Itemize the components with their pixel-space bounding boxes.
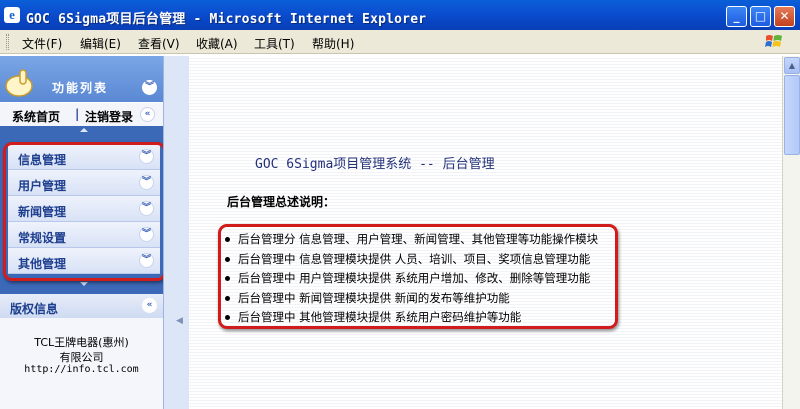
list-item: 后台管理分 信息管理、用户管理、新闻管理、其他管理等功能操作模块 bbox=[224, 231, 598, 251]
collapse-all-icon[interactable]: ︾ bbox=[142, 80, 157, 95]
function-menu: 信息管理 ︾ 用户管理 ︾ 新闻管理 ︾ 常规设置 ︾ 其他管理 ︾ bbox=[8, 144, 160, 274]
copyright-title: 版权信息 bbox=[10, 302, 59, 316]
pointing-hand-icon bbox=[5, 69, 33, 97]
link-separator: | bbox=[75, 107, 80, 121]
menu-item-settings[interactable]: 常规设置 ︾ bbox=[8, 222, 160, 248]
menu-item-label: 其他管理 bbox=[18, 257, 67, 271]
expand-icon[interactable]: ︾ bbox=[139, 227, 154, 242]
home-link[interactable]: 系统首页 bbox=[12, 108, 60, 125]
feature-list: 后台管理分 信息管理、用户管理、新闻管理、其他管理等功能操作模块 后台管理中 信… bbox=[224, 231, 598, 329]
sidebar-title: 功能列表 bbox=[52, 81, 109, 95]
vertical-scrollbar[interactable]: ▲ bbox=[782, 56, 800, 409]
menu-help[interactable]: 帮助(H) bbox=[312, 35, 354, 52]
sidebar-quicklinks: 系统首页 | 注销登录 « bbox=[0, 102, 163, 126]
window-title: GOC 6Sigma项目后台管理 - Microsoft Internet Ex… bbox=[26, 12, 427, 27]
scroll-up-button[interactable]: ▲ bbox=[784, 57, 800, 74]
list-item: 后台管理中 其他管理模块提供 系统用户密码维护等功能 bbox=[224, 309, 598, 329]
collapse-icon[interactable]: « bbox=[142, 298, 157, 313]
page-title: GOC 6Sigma项目管理系统 -- 后台管理 bbox=[255, 157, 495, 172]
frame-splitter[interactable]: ◀ bbox=[163, 56, 189, 409]
menu-file[interactable]: 文件(F) bbox=[22, 35, 62, 52]
copyright-panel: 版权信息 « TCL王牌电器(惠州) 有限公司 http://info.tcl.… bbox=[0, 294, 163, 409]
list-item: 后台管理中 用户管理模块提供 系统用户增加、修改、删除等管理功能 bbox=[224, 270, 598, 290]
logout-link[interactable]: 注销登录 bbox=[85, 108, 133, 125]
copyright-header[interactable]: 版权信息 « bbox=[0, 294, 163, 318]
collapse-sidebar-icon[interactable]: « bbox=[140, 107, 155, 122]
expand-icon[interactable]: ︾ bbox=[139, 253, 154, 268]
expand-icon[interactable]: ︾ bbox=[139, 201, 154, 216]
expand-icon[interactable]: ︾ bbox=[139, 175, 154, 190]
menu-view[interactable]: 查看(V) bbox=[138, 35, 180, 52]
sidebar: 功能列表 ︾ 系统首页 | 注销登录 « 信息管理 ︾ 用户管理 ︾ 新闻管理 … bbox=[0, 56, 163, 409]
windows-logo-icon bbox=[765, 35, 782, 47]
minimize-button[interactable]: _ bbox=[726, 6, 747, 27]
company-url: http://info.tcl.com bbox=[24, 364, 139, 375]
menu-edit[interactable]: 编辑(E) bbox=[80, 35, 121, 52]
internet-explorer-icon: e bbox=[4, 7, 20, 23]
collapse-arrow-icon[interactable]: ◀ bbox=[176, 316, 183, 326]
menu-item-label: 用户管理 bbox=[18, 179, 67, 193]
company-name: TCL王牌电器(惠州) bbox=[34, 336, 129, 349]
expand-icon[interactable]: ︾ bbox=[139, 149, 154, 164]
maximize-button[interactable]: □ bbox=[750, 6, 771, 27]
company-suffix: 有限公司 bbox=[59, 351, 104, 364]
menu-item-label: 信息管理 bbox=[18, 153, 67, 167]
menu-item-info[interactable]: 信息管理 ︾ bbox=[8, 144, 160, 170]
list-item: 后台管理中 新闻管理模块提供 新闻的发布等维护功能 bbox=[224, 290, 598, 310]
menu-favorites[interactable]: 收藏(A) bbox=[196, 35, 238, 52]
menu-item-label: 新闻管理 bbox=[18, 205, 67, 219]
toolbar-grip[interactable] bbox=[6, 34, 9, 50]
copyright-body: TCL王牌电器(惠州) 有限公司 http://info.tcl.com bbox=[0, 318, 163, 409]
menu-item-users[interactable]: 用户管理 ︾ bbox=[8, 170, 160, 196]
close-button[interactable]: ✕ bbox=[774, 6, 795, 27]
menu-item-other[interactable]: 其他管理 ︾ bbox=[8, 248, 160, 274]
list-item: 后台管理中 信息管理模块提供 人员、培训、项目、奖项信息管理功能 bbox=[224, 251, 598, 271]
main-content: GOC 6Sigma项目管理系统 -- 后台管理 后台管理总述说明： 后台管理分… bbox=[189, 56, 782, 409]
scrollbar-thumb[interactable] bbox=[784, 75, 800, 155]
menu-item-label: 常规设置 bbox=[18, 231, 67, 245]
menu-bar: 文件(F) 编辑(E) 查看(V) 收藏(A) 工具(T) 帮助(H) bbox=[0, 30, 800, 54]
menu-item-news[interactable]: 新闻管理 ︾ bbox=[8, 196, 160, 222]
window-title-bar[interactable]: e GOC 6Sigma项目后台管理 - Microsoft Internet … bbox=[0, 0, 800, 30]
scroll-down-icon[interactable] bbox=[80, 282, 88, 286]
menu-tools[interactable]: 工具(T) bbox=[254, 35, 295, 52]
section-title: 后台管理总述说明： bbox=[227, 195, 336, 209]
sidebar-header: 功能列表 ︾ bbox=[0, 56, 163, 102]
scroll-up-icon[interactable] bbox=[80, 128, 88, 132]
